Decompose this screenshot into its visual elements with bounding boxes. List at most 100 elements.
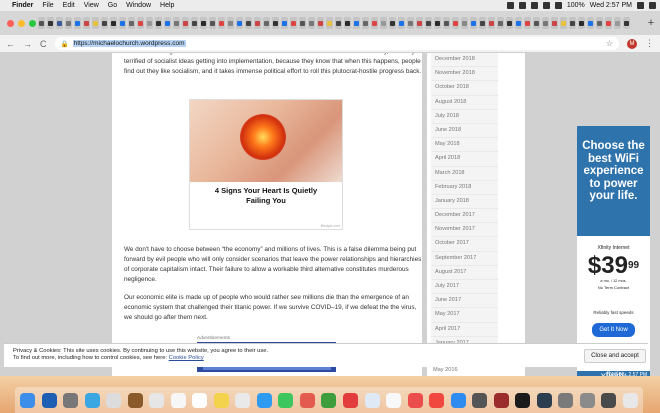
cookie-policy-link[interactable]: Cookie Policy bbox=[169, 355, 204, 361]
menu-edit[interactable]: Edit bbox=[63, 2, 75, 9]
browser-tab[interactable] bbox=[515, 17, 522, 29]
ad-image[interactable] bbox=[190, 100, 342, 182]
menu-list-icon[interactable] bbox=[649, 2, 656, 9]
menu-finder[interactable]: Finder bbox=[12, 2, 33, 9]
browser-tab[interactable] bbox=[398, 17, 405, 29]
archive-item[interactable]: May 2017 bbox=[431, 308, 498, 323]
dock-app-icon[interactable] bbox=[558, 392, 574, 408]
dock-app-icon[interactable] bbox=[127, 392, 143, 408]
browser-tab[interactable] bbox=[281, 17, 288, 29]
dock-app-icon[interactable] bbox=[149, 392, 165, 408]
new-tab-button[interactable]: + bbox=[642, 17, 660, 29]
browser-tab[interactable] bbox=[452, 17, 459, 29]
get-it-now-button[interactable]: Get It Now bbox=[592, 323, 635, 337]
browser-tab[interactable] bbox=[524, 17, 531, 29]
archive-item[interactable]: October 2017 bbox=[431, 237, 498, 252]
browser-tab[interactable] bbox=[182, 17, 189, 29]
browser-tab[interactable] bbox=[263, 17, 270, 29]
browser-menu-icon[interactable]: ⋮ bbox=[645, 38, 654, 49]
browser-tab[interactable] bbox=[101, 17, 108, 29]
archive-item[interactable]: April 2018 bbox=[431, 152, 498, 167]
dock-app-icon[interactable] bbox=[515, 392, 531, 408]
profile-avatar[interactable]: M bbox=[627, 38, 637, 49]
browser-tab[interactable] bbox=[416, 17, 423, 29]
browser-tab[interactable] bbox=[425, 17, 432, 29]
browser-tab[interactable] bbox=[173, 17, 180, 29]
browser-tab[interactable] bbox=[191, 17, 198, 29]
browser-tab[interactable] bbox=[542, 17, 549, 29]
browser-tab[interactable] bbox=[371, 17, 378, 29]
archive-item[interactable]: July 2018 bbox=[431, 110, 498, 124]
battery-percent[interactable]: 100% bbox=[567, 2, 585, 9]
dock-app-icon[interactable] bbox=[63, 392, 79, 408]
browser-tab[interactable] bbox=[56, 17, 63, 29]
archive-item[interactable]: December 2018 bbox=[431, 53, 498, 68]
dock-app-icon[interactable] bbox=[386, 392, 402, 408]
status-icon[interactable] bbox=[518, 2, 526, 9]
dock-app-icon[interactable] bbox=[20, 392, 36, 408]
browser-tab[interactable] bbox=[272, 17, 279, 29]
status-icon[interactable] bbox=[530, 2, 538, 9]
browser-tab[interactable] bbox=[236, 17, 243, 29]
archive-item[interactable]: April 2017 bbox=[431, 323, 498, 337]
archive-item[interactable]: December 2017 bbox=[431, 209, 498, 224]
archive-item[interactable]: January 2018 bbox=[431, 195, 498, 210]
archive-item[interactable]: February 2018 bbox=[431, 181, 498, 195]
browser-tab[interactable] bbox=[470, 17, 477, 29]
archive-item[interactable]: June 2017 bbox=[431, 294, 498, 309]
bookmark-star-icon[interactable]: ☆ bbox=[606, 39, 613, 48]
browser-tab[interactable] bbox=[83, 17, 90, 29]
browser-tab[interactable] bbox=[551, 17, 558, 29]
dock-app-icon[interactable] bbox=[256, 392, 272, 408]
browser-tab[interactable] bbox=[200, 17, 207, 29]
dock-app-icon[interactable] bbox=[321, 392, 337, 408]
archive-item[interactable]: June 2018 bbox=[431, 124, 498, 139]
browser-tab[interactable] bbox=[146, 17, 153, 29]
browser-tab[interactable] bbox=[110, 17, 117, 29]
browser-tab[interactable] bbox=[164, 17, 171, 29]
browser-tab[interactable] bbox=[605, 17, 612, 29]
status-icon[interactable] bbox=[506, 2, 514, 9]
menu-window[interactable]: Window bbox=[126, 2, 151, 9]
browser-tab[interactable] bbox=[533, 17, 540, 29]
archive-item[interactable]: October 2018 bbox=[431, 81, 498, 96]
archive-item[interactable]: August 2017 bbox=[431, 266, 498, 280]
browser-tab[interactable] bbox=[227, 17, 234, 29]
dock-app-icon[interactable] bbox=[170, 392, 186, 408]
dock-app-icon[interactable] bbox=[429, 392, 445, 408]
minimize-window-icon[interactable] bbox=[18, 19, 25, 27]
search-icon[interactable] bbox=[637, 2, 644, 9]
archive-item[interactable]: September 2017 bbox=[431, 252, 498, 266]
dock-app-icon[interactable] bbox=[579, 392, 595, 408]
browser-tab[interactable] bbox=[587, 17, 594, 29]
dock-app-icon[interactable] bbox=[84, 392, 100, 408]
browser-tab[interactable] bbox=[497, 17, 504, 29]
clock[interactable]: Wed 2:57 PM bbox=[590, 2, 632, 9]
volume-icon[interactable] bbox=[554, 2, 562, 9]
dock-app-icon[interactable] bbox=[41, 392, 57, 408]
xfinity-advertisement[interactable]: Choose the best WiFi experience to power… bbox=[577, 126, 650, 376]
browser-tab[interactable] bbox=[38, 17, 45, 29]
browser-tab[interactable] bbox=[488, 17, 495, 29]
browser-tab[interactable] bbox=[245, 17, 252, 29]
browser-tab[interactable] bbox=[290, 17, 297, 29]
browser-tab[interactable] bbox=[92, 17, 99, 29]
archive-item[interactable]: May 2018 bbox=[431, 138, 498, 153]
dock-app-icon[interactable] bbox=[278, 392, 294, 408]
close-and-accept-button[interactable]: Close and accept bbox=[584, 349, 646, 363]
browser-tab[interactable] bbox=[119, 17, 126, 29]
browser-tab[interactable] bbox=[353, 17, 360, 29]
browser-tab[interactable] bbox=[389, 17, 396, 29]
browser-tab[interactable] bbox=[137, 17, 144, 29]
dock-app-icon[interactable] bbox=[213, 392, 229, 408]
ad-headline[interactable]: 4 Signs Your Heart Is Quietly Failing Yo… bbox=[190, 182, 342, 206]
menu-help[interactable]: Help bbox=[160, 2, 174, 9]
archive-item[interactable]: November 2018 bbox=[431, 67, 498, 82]
browser-tab[interactable] bbox=[218, 17, 225, 29]
wifi-icon[interactable] bbox=[542, 2, 550, 9]
browser-tab[interactable] bbox=[461, 17, 468, 29]
browser-tab[interactable] bbox=[128, 17, 135, 29]
browser-tab[interactable] bbox=[299, 17, 306, 29]
browser-tab[interactable] bbox=[74, 17, 81, 29]
browser-tab[interactable] bbox=[596, 17, 603, 29]
